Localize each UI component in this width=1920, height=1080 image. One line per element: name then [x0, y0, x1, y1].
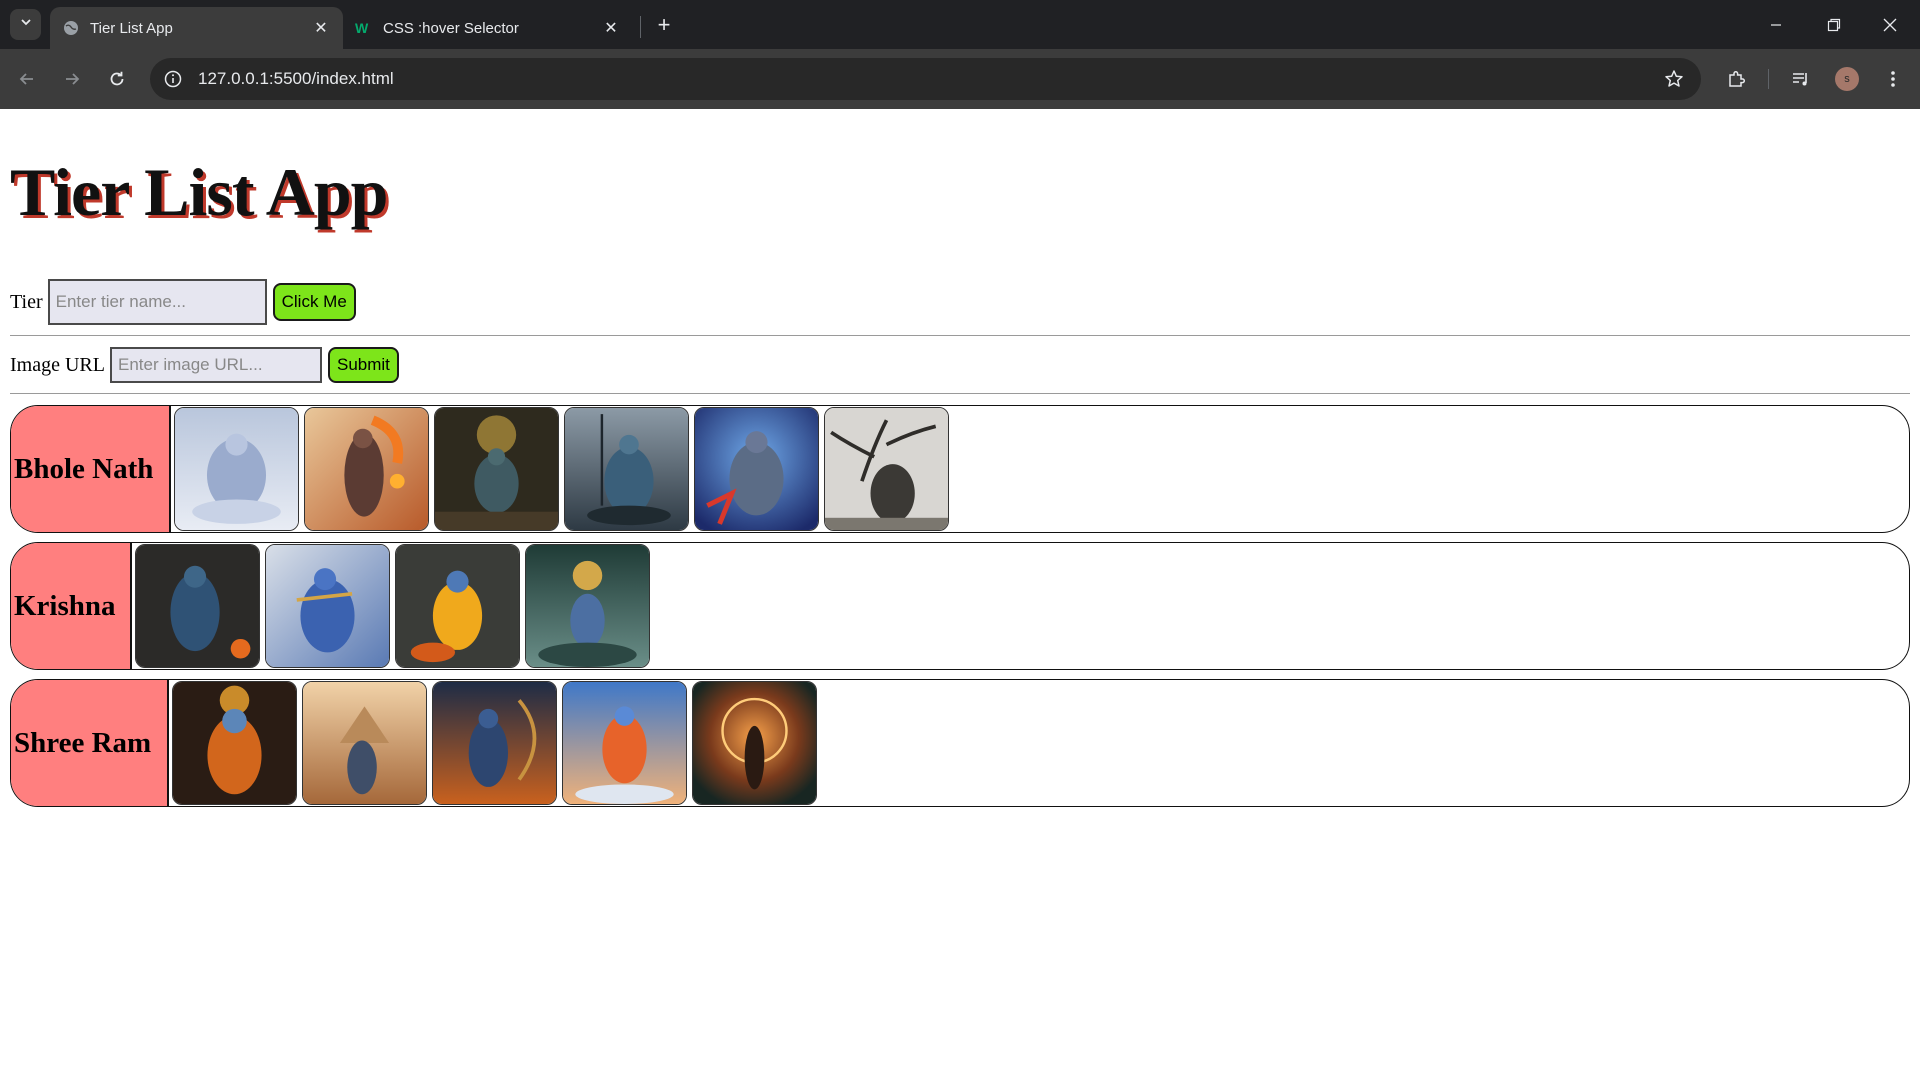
tier-image[interactable]	[564, 407, 689, 531]
info-icon[interactable]	[162, 68, 184, 90]
extensions-button[interactable]	[1719, 62, 1753, 96]
tier-row: Shree Ram	[10, 679, 1910, 807]
krishna-flute-image	[136, 545, 259, 667]
divider	[10, 335, 1910, 336]
tier-image[interactable]	[562, 681, 687, 805]
media-controls-button[interactable]	[1784, 62, 1818, 96]
svg-text:W: W	[355, 20, 369, 36]
arrow-right-icon	[66, 73, 80, 85]
minimize-icon	[1771, 23, 1781, 26]
globe-icon	[62, 19, 80, 37]
toolbar-divider	[1768, 69, 1769, 89]
tier-row: Bhole Nath	[10, 405, 1910, 533]
submit-image-button[interactable]: Submit	[327, 347, 399, 383]
ram-sky-image	[563, 682, 686, 804]
divider	[10, 393, 1910, 394]
restore-button[interactable]	[1806, 0, 1862, 49]
address-bar[interactable]: 127.0.0.1:5500/index.html	[150, 58, 1701, 100]
tier-label: Krishna	[11, 543, 132, 669]
restore-icon	[1827, 18, 1841, 31]
tier-image[interactable]	[302, 681, 427, 805]
tier-form: Tier Click Me	[10, 279, 356, 325]
tier-image[interactable]	[824, 407, 949, 531]
ram-bow-image	[433, 682, 556, 804]
tier-image[interactable]	[692, 681, 817, 805]
tier-image[interactable]	[395, 544, 520, 668]
forward-button[interactable]	[55, 62, 89, 96]
close-icon[interactable]: ✕	[309, 16, 333, 40]
shiva-storm-image	[695, 408, 818, 530]
reload-button[interactable]	[100, 62, 134, 96]
tier-label: Tier	[10, 290, 43, 313]
more-vert-icon	[1891, 71, 1895, 87]
shiva-meditation-image	[175, 408, 298, 530]
close-icon[interactable]: ✕	[599, 16, 623, 40]
tier-items	[169, 680, 817, 806]
tier-items	[132, 543, 650, 669]
tab-tier-list-app[interactable]: Tier List App ✕	[50, 7, 343, 49]
playlist-icon	[1793, 73, 1807, 86]
back-button[interactable]	[10, 62, 44, 96]
chevron-down-icon	[19, 15, 33, 34]
shiva-tree-image	[825, 408, 948, 530]
ram-crown-image	[173, 682, 296, 804]
image-url-input[interactable]	[109, 347, 322, 383]
arrow-left-icon	[19, 73, 33, 85]
tier-name: Shree Ram	[14, 726, 152, 759]
plus-icon: +	[657, 12, 671, 37]
tier-image[interactable]	[434, 407, 559, 531]
tab-title: CSS :hover Selector	[383, 19, 519, 37]
avatar: s	[1835, 67, 1859, 91]
window-close-button[interactable]	[1862, 0, 1918, 49]
new-tab-button[interactable]: +	[651, 12, 677, 38]
shiva-fire-image	[305, 408, 428, 530]
shiva-trishul-image	[565, 408, 688, 530]
image-url-label: Image URL	[10, 353, 105, 376]
reload-icon	[110, 71, 124, 86]
url-text: 127.0.0.1:5500/index.html	[198, 69, 394, 88]
image-form: Image URL Submit	[10, 347, 399, 383]
menu-button[interactable]	[1876, 62, 1910, 96]
tier-image[interactable]	[525, 544, 650, 668]
krishna-garden-image	[396, 545, 519, 667]
w3schools-icon: W	[355, 19, 373, 37]
tier-name: Krishna	[14, 589, 116, 622]
ram-sunset-image	[693, 682, 816, 804]
krishna-blue-image	[266, 545, 389, 667]
bookmark-star-icon[interactable]	[1659, 64, 1689, 94]
puzzle-icon	[1729, 70, 1746, 87]
browser-toolbar: 127.0.0.1:5500/index.html s	[0, 49, 1920, 109]
krishna-chakra-image	[526, 545, 649, 667]
tier-name-input[interactable]	[47, 279, 267, 325]
tier-image[interactable]	[694, 407, 819, 531]
tier-name: Bhole Nath	[14, 452, 154, 485]
tier-row: Krishna	[10, 542, 1910, 670]
tier-image[interactable]	[174, 407, 299, 531]
close-icon	[1883, 18, 1897, 31]
browser-chrome: Tier List App ✕ W CSS :hover Selector ✕ …	[0, 0, 1920, 109]
tier-image[interactable]	[172, 681, 297, 805]
shiva-cosmic-image	[435, 408, 558, 530]
profile-button[interactable]: s	[1830, 62, 1864, 96]
add-tier-button[interactable]: Click Me	[272, 283, 356, 321]
page-title: Tier List App	[10, 154, 389, 230]
tier-image[interactable]	[265, 544, 390, 668]
tab-title: Tier List App	[90, 19, 173, 37]
tier-label: Shree Ram	[11, 680, 169, 806]
tier-label: Bhole Nath	[11, 406, 171, 532]
tab-separator	[640, 16, 641, 38]
tier-image[interactable]	[432, 681, 557, 805]
ram-temple-image	[303, 682, 426, 804]
tab-search-button[interactable]	[10, 9, 41, 40]
tier-image[interactable]	[304, 407, 429, 531]
minimize-button[interactable]	[1748, 0, 1804, 49]
tab-strip: Tier List App ✕ W CSS :hover Selector ✕ …	[0, 0, 1920, 49]
tier-items	[171, 406, 949, 532]
tier-image[interactable]	[135, 544, 260, 668]
tab-css-hover[interactable]: W CSS :hover Selector ✕	[343, 7, 633, 49]
page-content: Tier List App Tier Click Me Image URL Su…	[0, 109, 1920, 1080]
